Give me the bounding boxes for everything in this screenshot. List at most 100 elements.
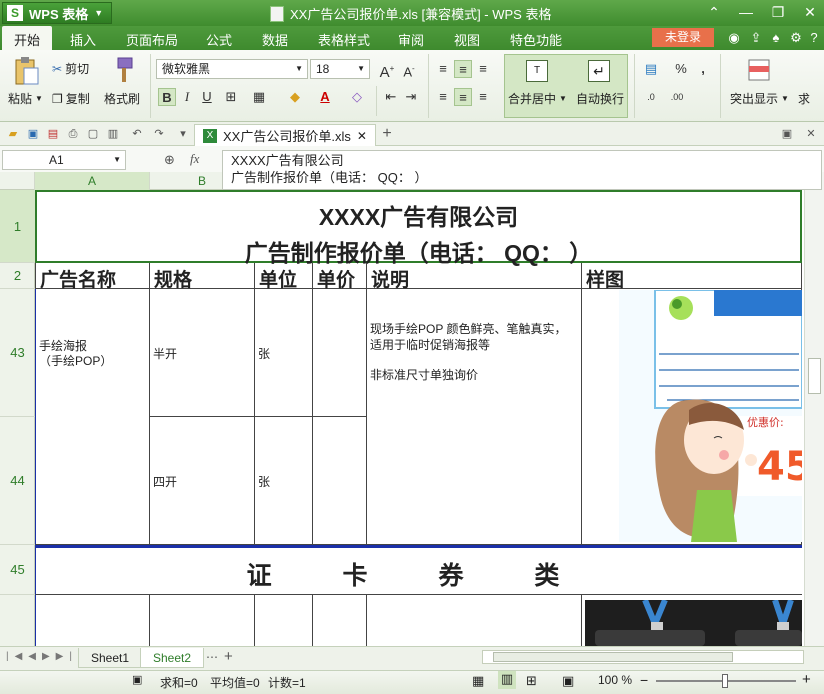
spellcheck-icon[interactable]: ▥ <box>106 127 120 141</box>
add-sheet-icon[interactable]: + <box>224 648 233 665</box>
tab-insert[interactable]: 插入 <box>70 30 96 49</box>
sheet-tab-1[interactable]: Sheet1 <box>78 648 143 668</box>
scroll-thumb[interactable] <box>808 358 821 394</box>
italic-button[interactable]: I <box>178 88 196 106</box>
row-header-45[interactable]: 45 <box>0 545 35 595</box>
share-icon[interactable]: ⇪ <box>748 30 764 46</box>
align-right-icon[interactable]: ≡ <box>474 88 492 106</box>
function-icon[interactable]: fx <box>190 151 199 167</box>
sheet-tab-2[interactable]: Sheet2 <box>140 648 205 668</box>
item-name-cell[interactable]: 手绘海报 （手绘POP） <box>35 289 150 545</box>
name-box[interactable]: A1 ▼ <box>2 150 126 170</box>
tab-table-style[interactable]: 表格样式 <box>318 30 370 49</box>
price-cell-44[interactable] <box>313 417 367 545</box>
decrease-decimal-icon[interactable]: .00 <box>668 88 686 106</box>
highlight-icon[interactable] <box>748 58 770 82</box>
zoom-formula-icon[interactable]: ⊕ <box>164 152 175 168</box>
merge-center-icon[interactable]: T <box>526 60 548 82</box>
copy-button[interactable]: ❐ 复制 <box>52 90 90 107</box>
horizontal-scrollbar[interactable] <box>482 650 804 664</box>
zoom-slider[interactable] <box>656 674 796 688</box>
align-top-icon[interactable]: ≡ <box>434 60 452 78</box>
skin-icon[interactable]: ◉ <box>726 30 742 46</box>
tab-data[interactable]: 数据 <box>262 30 288 49</box>
select-all-corner[interactable] <box>0 172 35 190</box>
vertical-scrollbar[interactable]: ▲ <box>804 172 824 646</box>
header-unit[interactable]: 单位 <box>255 263 313 291</box>
redo-icon[interactable]: ↷ <box>152 127 166 141</box>
app-menu-button[interactable]: S WPS 表格 ▼ <box>2 2 112 24</box>
undo-icon[interactable]: ↶ <box>130 127 144 141</box>
format-painter-icon[interactable] <box>110 56 136 84</box>
align-middle-icon[interactable]: ≡ <box>454 60 472 78</box>
sheet-nav-arrows[interactable]: |◀◀▶▶| <box>6 651 78 662</box>
zoom-in-icon[interactable]: + <box>802 671 811 688</box>
formula-input[interactable]: XXXX广告有限公司 广告制作报价单（电话： QQ： ） <box>222 150 822 190</box>
document-tab[interactable]: X XX广告公司报价单.xls ✕ <box>194 124 376 146</box>
align-center-icon[interactable]: ≡ <box>454 88 472 106</box>
wrap-text-button[interactable]: 自动换行 <box>576 90 624 107</box>
help-icon[interactable]: ? <box>806 30 822 46</box>
minimize-button[interactable]: — <box>732 2 760 22</box>
description-cell[interactable]: 现场手绘POP 颜色鲜亮、笔触真实， 适用于临时促销海报等 非标准尺寸单独询价 <box>367 289 582 545</box>
normal-view-icon[interactable]: ▦ <box>472 673 484 689</box>
font-size-select[interactable]: 18 ▼ <box>310 59 370 79</box>
align-bottom-icon[interactable]: ≡ <box>474 60 492 78</box>
print-icon[interactable]: ⎙ <box>66 127 80 141</box>
spec-cell-43[interactable]: 半开 <box>150 289 255 417</box>
zoom-level[interactable]: 100 % <box>598 673 632 687</box>
fill-color-icon[interactable]: ◆ <box>286 88 304 106</box>
export-pdf-icon[interactable]: ▤ <box>46 127 60 141</box>
bold-button[interactable]: B <box>158 88 176 106</box>
page-layout-view-icon[interactable]: ▥ <box>498 671 516 689</box>
number-format-icon[interactable]: ▤ <box>642 60 660 78</box>
print-preview-icon[interactable]: ▢ <box>86 127 100 141</box>
pop-poster-image[interactable]: 优惠价: 458 <box>619 290 802 542</box>
h-scroll-thumb[interactable] <box>493 652 733 662</box>
title-cell[interactable]: XXXX广告有限公司 广告制作报价单（电话： QQ： ） <box>35 190 802 266</box>
login-button[interactable]: 未登录 <box>652 28 714 47</box>
tab-home[interactable]: 开始 <box>2 26 53 50</box>
cell-style-icon[interactable]: ▦ <box>250 88 268 106</box>
badge-lanyard-image[interactable] <box>585 598 802 646</box>
row46-cell-e[interactable] <box>367 595 582 646</box>
tab-formulas[interactable]: 公式 <box>206 30 232 49</box>
header-price[interactable]: 单价 <box>313 263 367 291</box>
row-header-46[interactable] <box>0 595 35 646</box>
paste-button[interactable]: 粘贴 ▼ <box>8 90 43 107</box>
font-color-icon[interactable]: A <box>316 88 334 106</box>
shirt-icon[interactable]: ♠ <box>768 30 784 46</box>
section-header-cell[interactable]: 证 卡 券 类 <box>35 545 802 595</box>
header-sample[interactable]: 样图 <box>582 263 802 291</box>
decrease-font-icon[interactable]: A- <box>400 60 418 79</box>
qa-dropdown-icon[interactable]: ▾ <box>176 127 190 141</box>
underline-button[interactable]: U <box>198 88 216 106</box>
header-desc[interactable]: 说明 <box>367 263 582 291</box>
merge-center-button[interactable]: 合并居中 ▼ <box>508 90 567 107</box>
more-sheets-icon[interactable]: ⋯ <box>206 650 218 664</box>
close-tab-icon[interactable]: ✕ <box>357 129 367 143</box>
wrap-text-icon[interactable]: ↵ <box>588 60 610 82</box>
tab-special[interactable]: 特色功能 <box>510 30 562 49</box>
maximize-button[interactable]: ❐ <box>764 2 792 22</box>
header-spec[interactable]: 规格 <box>150 263 255 291</box>
indent-decrease-icon[interactable]: ⇤ <box>382 88 400 106</box>
font-name-select[interactable]: 微软雅黑 ▼ <box>156 59 308 79</box>
tab-review[interactable]: 审阅 <box>398 30 424 49</box>
row46-cell-a[interactable] <box>35 595 150 646</box>
indent-increase-icon[interactable]: ⇥ <box>402 88 420 106</box>
zoom-out-icon[interactable]: − <box>640 672 648 688</box>
row-header-44[interactable]: 44 <box>0 417 35 545</box>
row46-cell-c[interactable] <box>255 595 313 646</box>
percent-button[interactable]: % <box>672 60 690 78</box>
row-header-43[interactable]: 43 <box>0 289 35 417</box>
new-tab-icon[interactable]: + <box>380 126 394 142</box>
increase-font-icon[interactable]: A+ <box>378 60 396 81</box>
close-button[interactable]: ✕ <box>796 2 824 22</box>
sum-button-partial[interactable]: 求 <box>798 90 810 107</box>
column-header-a[interactable]: A <box>35 172 150 190</box>
restore-doc-icon[interactable]: ▣ <box>780 127 794 141</box>
increase-decimal-icon[interactable]: .0 <box>642 88 660 106</box>
page-break-view-icon[interactable]: ⊞ <box>526 673 537 689</box>
row46-cell-b[interactable] <box>150 595 255 646</box>
